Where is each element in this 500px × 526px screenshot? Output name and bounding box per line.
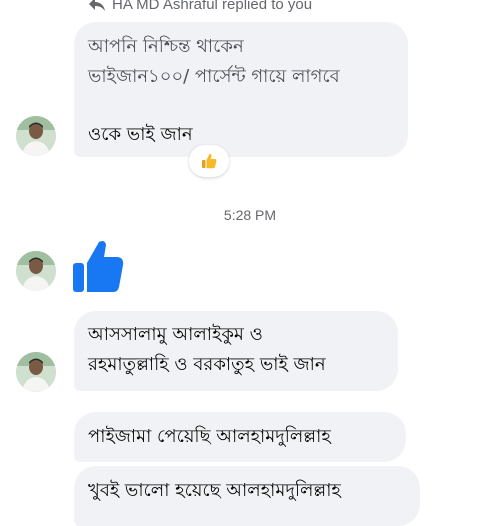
message-text-line bbox=[88, 92, 394, 122]
message-text-line: রহমাতুল্লাহি ও বরকাতুহ ভাই জান bbox=[88, 354, 326, 375]
message-text-line: আসসালামু আলাইকুম ও bbox=[88, 324, 263, 345]
message-text-line: খুবই ভালো হয়েছে আলহামদুলিল্লাহ bbox=[88, 480, 341, 501]
timestamp: 5:28 PM bbox=[223, 207, 277, 223]
message-bubble[interactable]: পাইজামা পেয়েছি আলহামদুলিল্লাহ bbox=[74, 412, 406, 462]
message-bubble[interactable]: আসসালামু আলাইকুম ও রহমাতুল্লাহি ও বরকাতু… bbox=[74, 311, 398, 391]
message-bubble[interactable]: আপনি নিশ্চিন্ত থাকেন ভাইজান১০০/ পার্সেন্… bbox=[74, 22, 408, 157]
message-reaction[interactable] bbox=[189, 145, 229, 177]
thumbs-up-emoji-icon bbox=[202, 153, 217, 169]
reply-header-text: HA MD Ashraful replied to you bbox=[112, 0, 313, 13]
reply-header: HA MD Ashraful replied to you bbox=[88, 0, 312, 14]
message-text-line: ওকে ভাই জান bbox=[88, 124, 193, 145]
reply-arrow-icon bbox=[89, 0, 105, 11]
avatar-photo bbox=[16, 352, 56, 392]
thumbs-up-icon[interactable] bbox=[72, 238, 124, 294]
avatar[interactable] bbox=[16, 251, 56, 291]
avatar-photo bbox=[16, 251, 56, 291]
message-text-line: আপনি নিশ্চিন্ত থাকেন bbox=[88, 36, 244, 57]
avatar[interactable] bbox=[16, 352, 56, 392]
message-text-line: ভাইজান১০০/ পার্সেন্ট গায়ে লাগবে bbox=[88, 66, 340, 87]
avatar[interactable] bbox=[16, 116, 56, 156]
message-bubble[interactable]: খুবই ভালো হয়েছে আলহামদুলিল্লাহ bbox=[74, 466, 420, 526]
message-text-line: পাইজামা পেয়েছি আলহামদুলিল্লাহ bbox=[88, 426, 331, 447]
avatar-photo bbox=[16, 116, 56, 156]
